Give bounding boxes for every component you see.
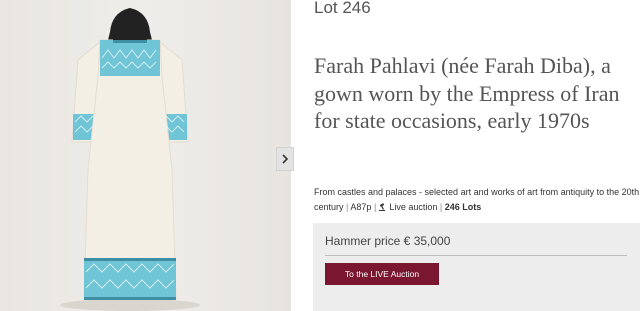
live-auction-button[interactable]: To the LIVE Auction (325, 263, 439, 285)
next-image-button[interactable] (276, 147, 294, 171)
lot-title: Farah Pahlavi (née Farah Diba), a gown w… (314, 53, 620, 133)
live-auction-link[interactable]: Live auction (378, 202, 438, 212)
hammer-price: Hammer price € 35,000 (325, 234, 451, 248)
separator: | (439, 202, 443, 212)
divider (325, 255, 627, 256)
hammer-price-panel: Hammer price € 35,000 To the LIVE Auctio… (313, 223, 640, 311)
lot-photo[interactable] (0, 0, 291, 311)
sale-code: A87p (350, 202, 372, 212)
sale-info: From castles and palaces - selected art … (314, 185, 640, 215)
chevron-right-icon (282, 154, 289, 164)
live-auction-label: Live auction (389, 202, 438, 212)
separator: | (346, 202, 349, 212)
lot-number: Lot 246 (314, 0, 371, 17)
separator: | (373, 202, 377, 212)
lot-count: 246 Lots (444, 202, 482, 212)
gown-image (60, 8, 200, 311)
gavel-icon (378, 203, 385, 211)
